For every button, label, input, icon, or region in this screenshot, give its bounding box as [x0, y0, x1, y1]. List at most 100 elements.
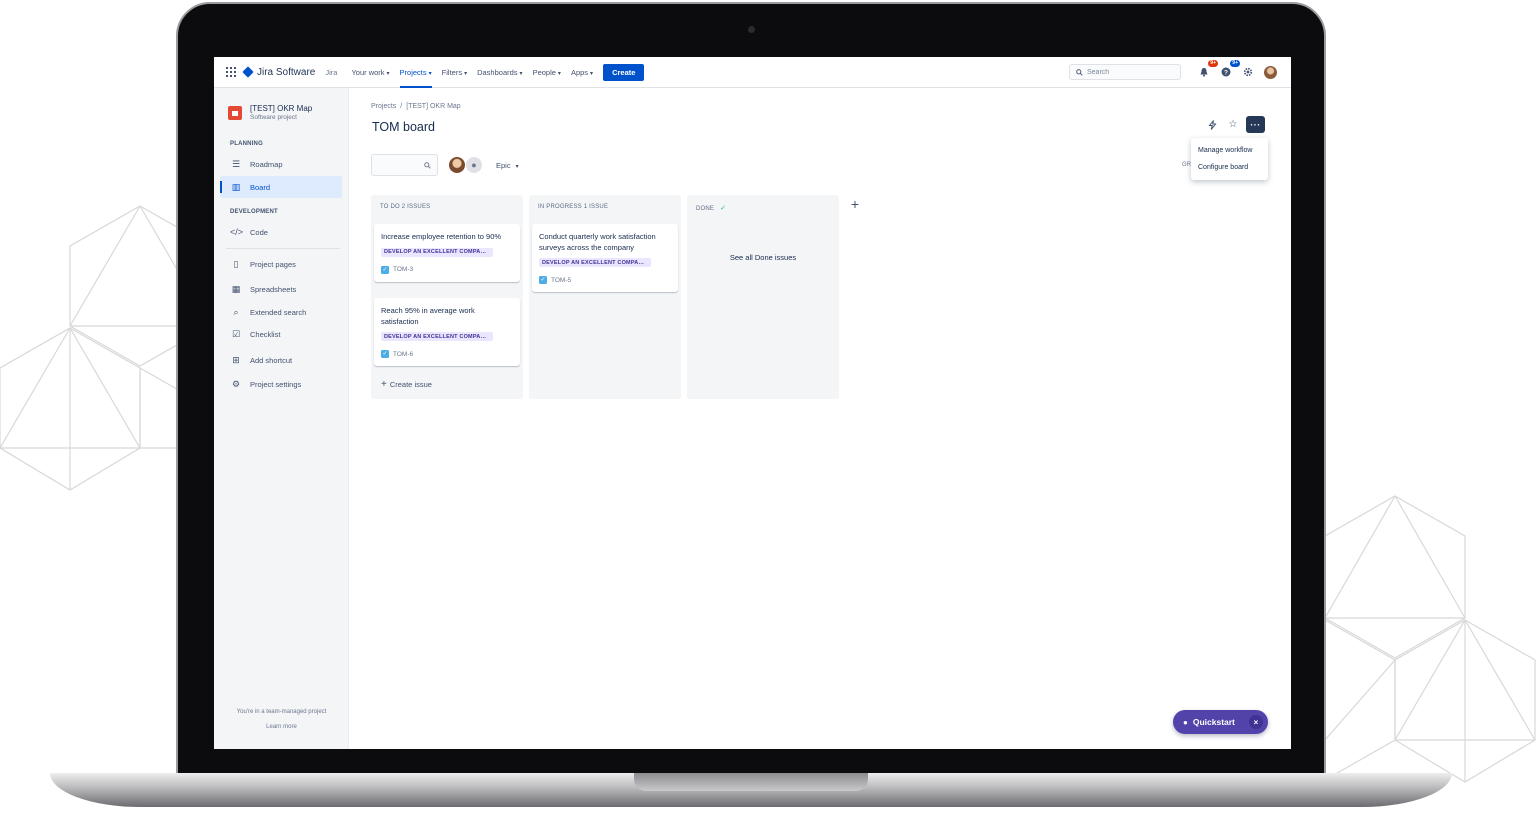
- sidebar-item-board[interactable]: ▥ Board: [220, 176, 342, 198]
- breadcrumb-project[interactable]: [TEST] OKR Map: [406, 103, 460, 110]
- search-input[interactable]: [1087, 68, 1175, 76]
- search-icon: [424, 161, 431, 169]
- unassigned-filter-avatar[interactable]: ●: [465, 156, 483, 174]
- sidebar-item-label: Roadmap: [250, 159, 283, 169]
- logo-text: Jira Software: [257, 66, 316, 78]
- column-header: TO DO 2 ISSUES: [380, 204, 431, 210]
- notifications-bell-icon[interactable]: 9+: [1197, 60, 1218, 79]
- profile-avatar[interactable]: [1263, 65, 1277, 79]
- quickstart-button[interactable]: ● Quickstart ×: [1173, 710, 1268, 734]
- task-type-icon: ✓: [381, 350, 389, 358]
- nav-apps[interactable]: Apps ▾: [571, 68, 593, 77]
- project-header[interactable]: [TEST] OKR Map Software project: [228, 104, 312, 121]
- sidebar-item-label: Code: [250, 227, 268, 237]
- plus-icon: +: [381, 379, 387, 390]
- issue-footer: ✓ TOM-6: [381, 350, 513, 358]
- issue-card[interactable]: Increase employee retention to 90% DEVEL…: [374, 224, 520, 282]
- issue-card[interactable]: Conduct quarterly work satisfaction surv…: [532, 224, 678, 292]
- app-switcher-grid-icon[interactable]: [226, 67, 236, 77]
- bell-icon: [1200, 68, 1208, 77]
- nav-projects[interactable]: Projects ▾: [399, 67, 432, 88]
- gear-icon: [1243, 67, 1253, 77]
- nav-your-work[interactable]: Your work ▾: [351, 68, 389, 77]
- breadcrumb: Projects / [TEST] OKR Map: [371, 103, 461, 110]
- top-navigation: Jira Software Jira Your work ▾ Projects ▾ …: [214, 57, 1291, 88]
- chevron-down-icon: ▾: [519, 70, 523, 77]
- group-by-label: GR: [1182, 162, 1191, 168]
- menu-item-configure-board[interactable]: Configure board: [1191, 159, 1268, 176]
- question-circle-icon: ?: [1221, 67, 1231, 77]
- epic-lozenge: DEVELOP AN EXCELLENT COMPANY CULTURE: [381, 332, 493, 341]
- nav-right-actions: 9+ ? 9+: [1069, 60, 1277, 80]
- epic-lozenge: DEVELOP AN EXCELLENT COMPANY CULTURE: [381, 247, 493, 257]
- sidebar-item-roadmap[interactable]: ☰ Roadmap: [220, 153, 342, 175]
- assignee-filter-avatar[interactable]: [448, 156, 466, 174]
- issue-summary: Conduct quarterly work satisfaction surv…: [539, 232, 656, 252]
- create-button[interactable]: Create: [603, 63, 645, 81]
- help-icon[interactable]: ? 9+: [1219, 60, 1240, 79]
- sidebar-item-label: Spreadsheets: [250, 284, 297, 294]
- board-search-input[interactable]: [371, 154, 438, 176]
- sidebar-item-code[interactable]: </> Code: [220, 221, 342, 243]
- settings-gear-icon[interactable]: [1241, 65, 1255, 79]
- sidebar-item-project-pages[interactable]: ▯ Project pages: [220, 253, 342, 275]
- bolt-icon: [1207, 119, 1217, 130]
- sidebar-item-add-shortcut[interactable]: ⊞ Add shortcut: [220, 349, 342, 371]
- ellipsis-icon: ···: [1250, 119, 1261, 130]
- issue-key[interactable]: TOM-3: [393, 266, 413, 273]
- issue-key[interactable]: TOM-5: [551, 277, 571, 284]
- issue-card[interactable]: Reach 95% in average work satisfaction D…: [374, 298, 520, 366]
- see-all-done-link[interactable]: See all Done issues: [687, 253, 839, 262]
- add-column-button[interactable]: +: [847, 196, 863, 212]
- issue-summary: Reach 95% in average work satisfaction: [381, 306, 475, 326]
- nav-people[interactable]: People ▾: [533, 68, 561, 77]
- board-column-in-progress: IN PROGRESS 1 ISSUE Conduct quarterly wo…: [529, 195, 681, 399]
- lightning-automation-icon[interactable]: [1204, 117, 1220, 133]
- issue-key[interactable]: TOM-6: [393, 351, 413, 358]
- learn-more-link[interactable]: Learn more: [214, 724, 349, 730]
- sidebar-item-project-settings[interactable]: ⚙ Project settings: [220, 373, 342, 395]
- issue-summary: Increase employee retention to 90%: [381, 232, 502, 241]
- team-managed-note: You're in a team-managed project: [236, 709, 327, 715]
- star-icon[interactable]: ☆: [1225, 117, 1241, 133]
- jql-search-icon: ⌕: [233, 306, 239, 317]
- sidebar-item-extended-search[interactable]: ⌕ Extended search: [220, 301, 342, 323]
- chevron-down-icon: ▾: [557, 70, 561, 77]
- board-filters: ● Epic ▾: [371, 154, 519, 176]
- sidebar-item-label: Extended search: [250, 307, 307, 317]
- project-sidebar: [TEST] OKR Map Software project PLANNING…: [214, 88, 349, 749]
- laptop-camera: [748, 26, 755, 33]
- issue-footer: ✓ TOM-3: [381, 265, 513, 274]
- sidebar-item-label: Checklist: [250, 329, 281, 339]
- breadcrumb-projects[interactable]: Projects: [371, 103, 396, 110]
- lightbulb-icon: ●: [1183, 717, 1188, 727]
- planning-section-title: PLANNING: [230, 141, 263, 147]
- nav-label: Your work: [351, 67, 385, 77]
- create-issue-button[interactable]: + Create issue: [381, 379, 432, 390]
- sidebar-item-label: Board: [250, 182, 271, 192]
- jira-logo[interactable]: Jira Software: [242, 66, 316, 78]
- close-icon[interactable]: ×: [1249, 715, 1263, 729]
- menu-item-manage-workflow[interactable]: Manage workflow: [1191, 142, 1268, 159]
- nav-dashboards[interactable]: Dashboards ▾: [477, 68, 522, 77]
- laptop-notch: [634, 773, 868, 791]
- epic-filter-dropdown[interactable]: Epic ▾: [496, 161, 519, 170]
- help-badge: 9+: [1230, 60, 1240, 67]
- epic-lozenge: DEVELOP AN EXCELLENT COMPANY CULTURE: [539, 258, 651, 267]
- code-icon: </>: [230, 227, 244, 237]
- global-search[interactable]: [1069, 64, 1181, 80]
- project-avatar-icon: [228, 105, 242, 120]
- checklist-icon: ☑: [231, 328, 241, 339]
- sidebar-item-spreadsheets[interactable]: ▦ Spreadsheets: [220, 278, 342, 300]
- notifications-badge: 9+: [1208, 60, 1218, 67]
- issue-footer: ✓ TOM-5: [539, 276, 671, 284]
- nav-filters[interactable]: Filters ▾: [442, 68, 467, 77]
- chevron-down-icon: ▾: [428, 70, 432, 77]
- plus-icon: +: [850, 196, 860, 212]
- sidebar-item-checklist[interactable]: ☑ Checklist: [220, 323, 342, 345]
- spreadsheet-icon: ▦: [231, 283, 241, 294]
- nav-label: Projects: [399, 67, 427, 77]
- more-actions-button[interactable]: ···: [1246, 116, 1265, 133]
- task-type-icon: ✓: [381, 265, 389, 274]
- project-type: Software project: [250, 114, 297, 121]
